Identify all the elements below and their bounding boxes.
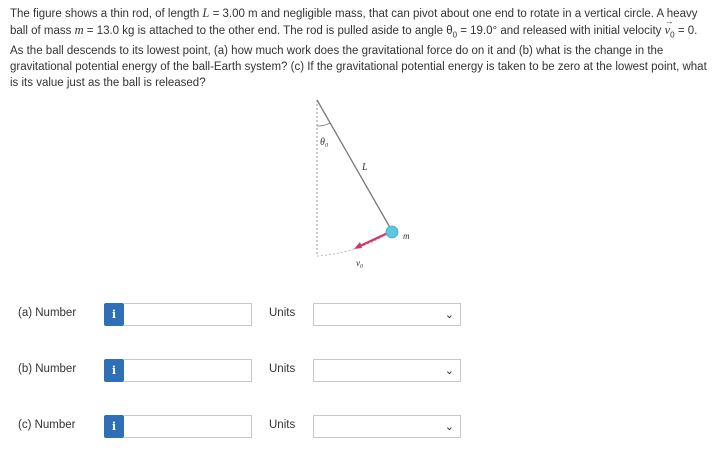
units-select-a[interactable]: ⌄ xyxy=(313,303,461,326)
velocity-vector-symbol: → v xyxy=(665,16,674,39)
var-m: m xyxy=(74,23,84,37)
answer-row-a: (a) Number i Units ⌄ xyxy=(0,300,719,330)
problem-statement: The figure shows a thin rod, of length L… xyxy=(10,5,710,91)
units-label: Units xyxy=(269,419,296,431)
ball xyxy=(385,225,399,239)
row-label: (c) Number xyxy=(18,419,76,431)
velocity-segment xyxy=(359,231,391,247)
number-input-c[interactable] xyxy=(124,415,252,438)
pendulum-figure: θ₀ L m v₀ xyxy=(300,96,430,276)
velocity-label: v₀ xyxy=(356,258,363,268)
answer-row-b: (b) Number i Units ⌄ xyxy=(0,356,719,386)
units-label: Units xyxy=(269,363,296,375)
swing-path-arc xyxy=(316,230,393,257)
info-button[interactable]: i xyxy=(104,415,124,438)
pendulum-diagram: θ₀ L m v₀ xyxy=(316,99,410,268)
mass-label: m xyxy=(403,231,410,241)
info-button[interactable]: i xyxy=(104,303,124,326)
problem-text-1: The figure shows a thin rod, of length xyxy=(10,8,203,20)
chevron-down-icon: ⌄ xyxy=(444,308,454,321)
units-select-c[interactable]: ⌄ xyxy=(313,415,461,438)
problem-text-4: = 19.0° and released with initial veloci… xyxy=(457,25,665,37)
number-input-b[interactable] xyxy=(124,359,252,382)
answer-row-c: (c) Number i Units ⌄ xyxy=(0,412,719,442)
velocity-arrow-head xyxy=(354,242,362,249)
chevron-down-icon: ⌄ xyxy=(444,420,454,433)
info-button[interactable]: i xyxy=(104,359,124,382)
vector-arrow-icon: → xyxy=(664,16,674,26)
problem-text-3: = 13.0 kg is attached to the other end. … xyxy=(83,25,453,37)
units-label: Units xyxy=(269,307,296,319)
rod xyxy=(316,99,393,232)
rod-length-label: L xyxy=(361,162,368,173)
chevron-down-icon: ⌄ xyxy=(444,364,454,377)
theta-label: θ₀ xyxy=(320,137,329,148)
row-label: (b) Number xyxy=(18,363,77,375)
units-select-b[interactable]: ⌄ xyxy=(313,359,461,382)
angle-arc xyxy=(316,122,331,127)
row-label: (a) Number xyxy=(18,307,77,319)
number-input-a[interactable] xyxy=(124,303,252,326)
